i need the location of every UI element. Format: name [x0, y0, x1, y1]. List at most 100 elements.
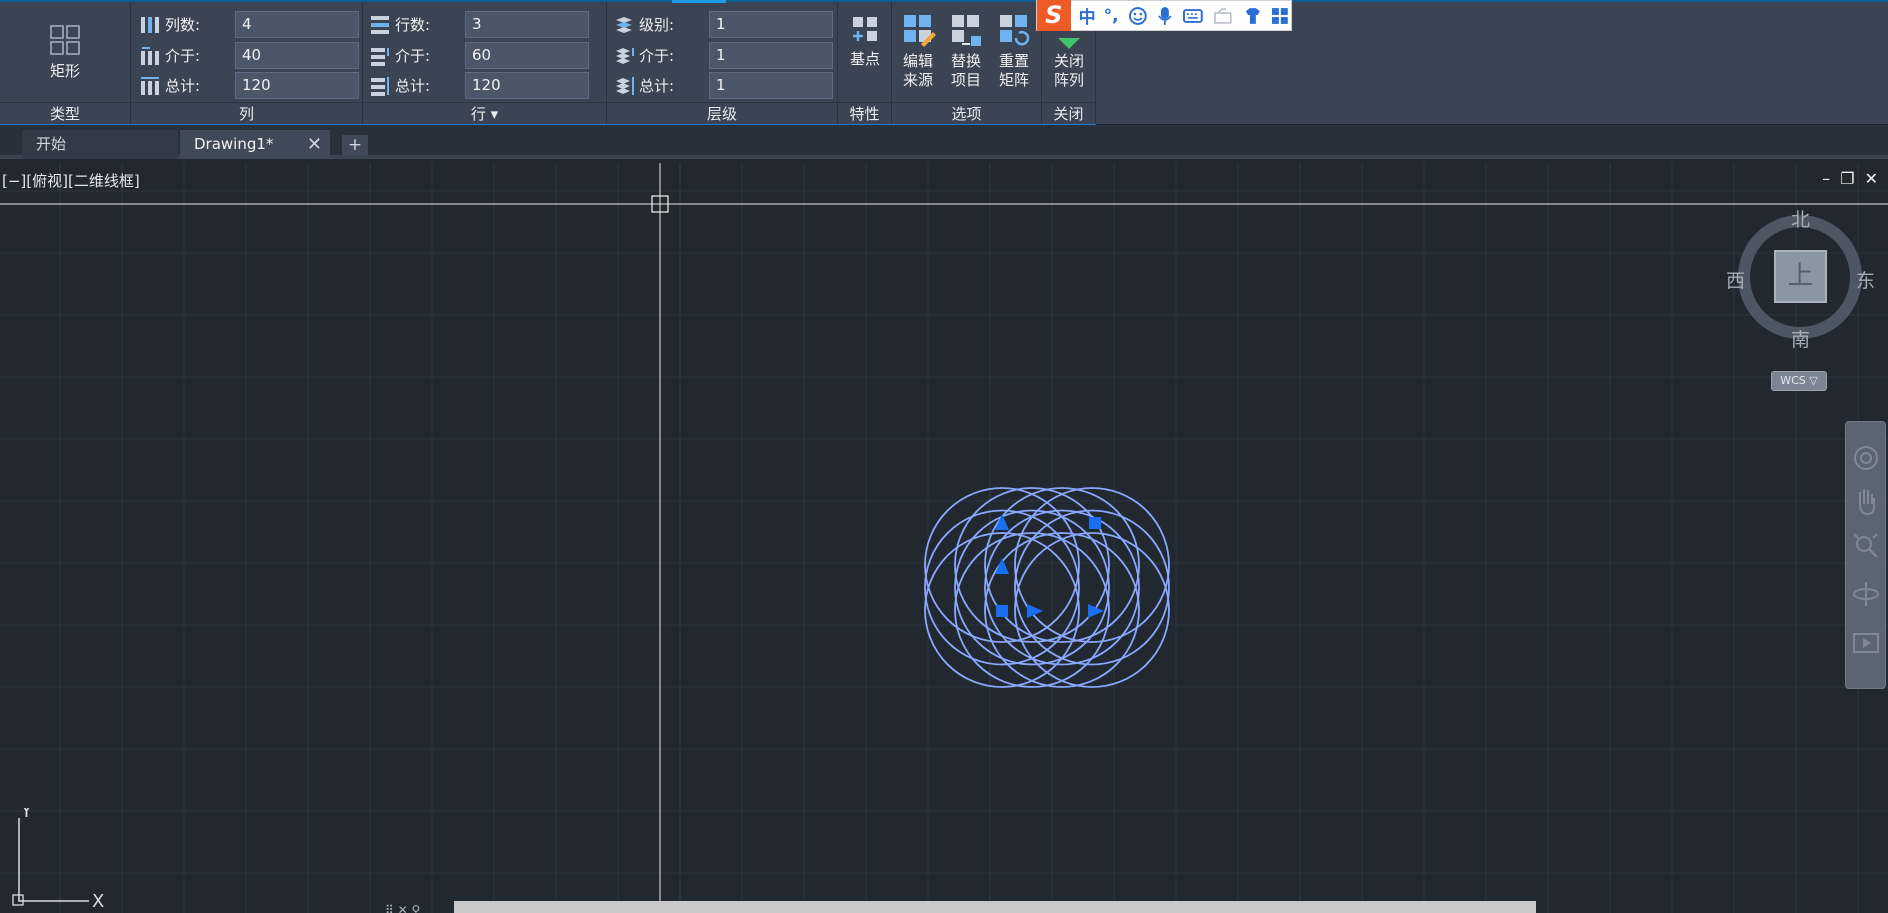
- circle-array[interactable]: [0, 163, 1888, 913]
- levels-count-input[interactable]: 1: [709, 11, 833, 38]
- panel-options: 编辑 来源 替换 项目 重置 矩阵 选项: [892, 2, 1042, 124]
- command-line-grip-icon[interactable]: ⠿ ✕ ⚲: [385, 903, 420, 913]
- panel-rows: 行数: 3 介于: 60 总计: 120 行 ▾: [363, 2, 607, 124]
- sogou-logo-icon[interactable]: S: [1037, 0, 1071, 31]
- tab-start[interactable]: 开始: [22, 130, 178, 159]
- levels-total-label: 总计:: [639, 77, 675, 95]
- rows-between-row: 介于: 60: [369, 42, 589, 69]
- steering-wheel-icon[interactable]: [1854, 446, 1878, 470]
- levels-count-label: 级别:: [639, 16, 675, 34]
- levels-total-icon: [616, 76, 634, 95]
- replace-item-button[interactable]: 替换 项目: [942, 12, 990, 102]
- rows-total-input[interactable]: 120: [465, 72, 589, 99]
- base-point-icon: [853, 17, 877, 41]
- rows-count-label: 行数:: [395, 16, 431, 34]
- base-grip[interactable]: [996, 605, 1008, 617]
- levels-between-input[interactable]: 1: [709, 42, 833, 69]
- rows-total-icon: [371, 76, 389, 96]
- viewcube-top-face[interactable]: 上: [1774, 250, 1827, 303]
- columns-between-row: 介于: 40: [139, 42, 359, 69]
- tab-drawing1[interactable]: Drawing1* ✕: [180, 130, 330, 159]
- rows-count-icon: [371, 15, 389, 34]
- levels-total-row: 总计: 1: [613, 72, 833, 99]
- ribbon: 矩形 类型 列数: 4 介于: 40 总计: 120 列 行数: 3 介于: 6…: [0, 0, 1888, 126]
- pan-icon[interactable]: [1859, 489, 1875, 516]
- compass-east[interactable]: 东: [1856, 266, 1875, 293]
- panel-title-columns: 列: [131, 102, 362, 124]
- rectangular-label: 矩形: [49, 62, 80, 80]
- levels-total-input[interactable]: 1: [709, 72, 833, 99]
- rows-between-icon: [371, 47, 389, 66]
- drawing-canvas[interactable]: [−][俯视][二维线框] – ❐ ✕ 北 南 东 西 上 WCS ▽ Y X …: [0, 163, 1888, 913]
- file-tab-bar: 开始 Drawing1* ✕ +: [0, 125, 1888, 159]
- columns-between-input[interactable]: 40: [235, 42, 359, 69]
- edit-source-label-2: 来源: [902, 71, 933, 89]
- rows-count-input[interactable]: 3: [465, 11, 589, 38]
- columns-count-icon: [141, 16, 159, 33]
- ime-toolbar: S 中 °,: [1036, 0, 1292, 31]
- ucs-x-label: X: [92, 891, 104, 908]
- toolbox-icon[interactable]: [1212, 5, 1236, 27]
- ime-punctuation-toggle[interactable]: °,: [1104, 6, 1119, 26]
- levels-count-row: 级别: 1: [613, 11, 833, 38]
- edit-source-button[interactable]: 编辑 来源: [894, 12, 942, 102]
- panel-title-type: 类型: [0, 102, 130, 124]
- compass-north[interactable]: 北: [1791, 205, 1810, 232]
- showmotion-icon[interactable]: [1853, 633, 1879, 653]
- ime-mode-toggle[interactable]: 中: [1079, 3, 1096, 28]
- reset-array-label-2: 矩阵: [998, 71, 1029, 89]
- reset-array-button[interactable]: 重置 矩阵: [990, 12, 1038, 102]
- keyboard-icon[interactable]: [1182, 5, 1204, 27]
- columns-total-input[interactable]: 120: [235, 72, 359, 99]
- panel-title-rows[interactable]: 行 ▾: [363, 102, 606, 124]
- replace-item-label-1: 替换: [950, 52, 981, 70]
- columns-between-label: 介于:: [165, 47, 201, 65]
- edit-source-icon: [904, 15, 936, 47]
- viewcube[interactable]: 北 南 东 西 上: [1726, 209, 1878, 351]
- wcs-menu[interactable]: WCS ▽: [1771, 371, 1827, 391]
- grid-icon[interactable]: [1269, 5, 1291, 27]
- columns-count-input[interactable]: 4: [235, 11, 359, 38]
- base-point-button[interactable]: 基点: [841, 12, 889, 102]
- columns-count-row: 列数: 4: [139, 11, 359, 38]
- columns-count-label: 列数:: [165, 16, 201, 34]
- row-grip[interactable]: [995, 558, 1009, 574]
- column-grip[interactable]: [1088, 604, 1104, 618]
- levels-between-row: 介于: 1: [613, 42, 833, 69]
- panel-title-levels: 层级: [607, 102, 837, 124]
- zoom-extents-icon[interactable]: [1853, 533, 1878, 558]
- navigation-bar: [1845, 421, 1886, 689]
- new-tab-button[interactable]: +: [342, 135, 368, 156]
- reset-array-label-1: 重置: [998, 52, 1029, 70]
- rows-title-arrow: ▾: [490, 105, 499, 123]
- base-grip[interactable]: [1089, 517, 1101, 529]
- rectangular-array-button[interactable]: 矩形: [40, 20, 90, 110]
- replace-item-icon: [952, 15, 981, 46]
- ucs-icon: Y X: [12, 808, 104, 908]
- rows-title-text: 行: [470, 105, 486, 123]
- orbit-icon[interactable]: [1853, 582, 1879, 606]
- panel-title-options: 选项: [892, 102, 1041, 124]
- panel-properties: 基点 特性: [838, 2, 892, 124]
- command-line[interactable]: [454, 901, 1536, 913]
- panel-columns: 列数: 4 介于: 40 总计: 120 列: [131, 2, 363, 124]
- ucs-y-label: Y: [20, 808, 33, 822]
- emoji-icon[interactable]: [1127, 5, 1149, 27]
- edit-source-label-1: 编辑: [902, 52, 933, 70]
- panel-title-properties: 特性: [838, 102, 891, 124]
- reset-array-icon: [1000, 15, 1030, 46]
- levels-between-icon: [616, 47, 634, 64]
- levels-count-icon: [616, 16, 632, 33]
- rows-between-input[interactable]: 60: [465, 42, 589, 69]
- mic-icon[interactable]: [1156, 5, 1174, 27]
- close-array-label-1: 关闭: [1053, 52, 1084, 70]
- columns-total-row: 总计: 120: [139, 72, 359, 99]
- rows-count-row: 行数: 3: [369, 11, 589, 38]
- compass-west[interactable]: 西: [1726, 266, 1745, 293]
- tab-drawing1-label: Drawing1*: [194, 135, 274, 153]
- columns-total-label: 总计:: [165, 77, 201, 95]
- compass-south[interactable]: 南: [1791, 325, 1810, 352]
- skin-icon[interactable]: [1242, 5, 1264, 27]
- tab-close-button[interactable]: ✕: [307, 130, 322, 159]
- rows-between-label: 介于:: [395, 47, 431, 65]
